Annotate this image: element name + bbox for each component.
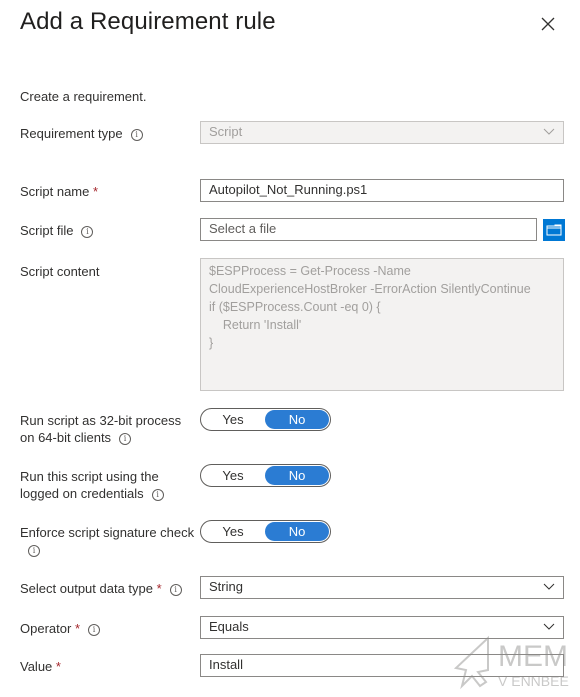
info-icon[interactable]: i <box>130 129 143 141</box>
signature-check-toggle[interactable]: Yes No <box>200 520 331 543</box>
watermark-logo: MEM V ENNBEE <box>452 634 572 697</box>
script-file-input[interactable]: Select a file <box>200 218 537 241</box>
required-marker: * <box>93 184 99 199</box>
logged-on-credentials-toggle[interactable]: Yes No <box>200 464 331 487</box>
info-icon[interactable]: i <box>169 584 182 596</box>
toggle-no[interactable]: No <box>265 466 329 485</box>
required-marker: * <box>74 621 80 636</box>
chevron-down-icon <box>543 623 555 630</box>
output-data-type-label: Select output data type * i <box>20 580 182 597</box>
watermark-text-sub: V ENNBEE <box>498 673 569 689</box>
toggle-no[interactable]: No <box>265 522 329 541</box>
toggle-no[interactable]: No <box>265 410 329 429</box>
value-label: Value * <box>20 659 61 674</box>
logged-on-credentials-label: Run this script using the logged on cred… <box>20 468 164 502</box>
signature-check-label: Enforce script signature check i <box>20 525 195 557</box>
chevron-down-icon <box>543 128 555 135</box>
folder-icon <box>546 224 562 236</box>
toggle-yes[interactable]: Yes <box>201 465 265 486</box>
close-icon[interactable] <box>538 14 558 34</box>
requirement-type-label: Requirement type i <box>20 125 143 142</box>
dialog-title: Add a Requirement rule <box>20 8 276 35</box>
toggle-yes[interactable]: Yes <box>201 521 265 542</box>
run-32bit-toggle[interactable]: Yes No <box>200 408 331 431</box>
browse-file-button[interactable] <box>543 219 565 241</box>
watermark-text-main: MEM <box>498 640 568 673</box>
toggle-yes[interactable]: Yes <box>201 409 265 430</box>
info-icon[interactable]: i <box>81 226 94 238</box>
dialog-description: Create a requirement. <box>20 89 147 104</box>
script-name-input[interactable]: Autopilot_Not_Running.ps1 <box>200 179 564 202</box>
output-data-type-dropdown[interactable]: String <box>200 576 564 599</box>
info-icon[interactable]: i <box>88 624 100 636</box>
script-file-label: Script file i <box>20 222 94 239</box>
script-name-label: Script name * <box>20 184 99 199</box>
requirement-type-dropdown[interactable]: Script <box>200 121 564 144</box>
required-marker: * <box>156 581 162 596</box>
script-content-label: Script content <box>20 264 100 279</box>
required-marker: * <box>55 659 61 674</box>
chevron-down-icon <box>543 583 555 590</box>
info-icon[interactable]: i <box>28 545 40 557</box>
run-32bit-label: Run script as 32-bit process on 64-bit c… <box>20 413 182 445</box>
info-icon[interactable]: i <box>151 489 164 501</box>
script-content-textarea[interactable]: $ESPProcess = Get-Process -Name CloudExp… <box>200 258 564 391</box>
cursor-logo-icon: MEM V ENNBEE <box>453 635 569 690</box>
info-icon[interactable]: i <box>119 433 132 445</box>
operator-label: Operator * i <box>20 620 100 637</box>
